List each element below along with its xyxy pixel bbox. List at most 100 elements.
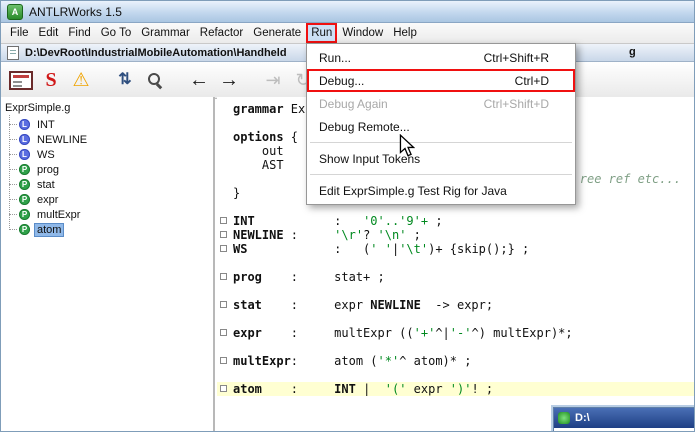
code-segment: :	[261, 382, 335, 396]
search-icon[interactable]	[141, 66, 169, 94]
editor-line[interactable]	[217, 368, 694, 382]
document-path-fragment: g	[629, 46, 636, 58]
tree-item-prog[interactable]: Pprog	[1, 162, 213, 177]
menu-item-label: Debug...	[319, 73, 365, 88]
code-segment: :	[290, 354, 335, 368]
background-window[interactable]: D:\	[553, 407, 694, 431]
rule-fold-square[interactable]	[220, 385, 227, 392]
code-segment: AST	[233, 158, 284, 172]
tree-item-label: stat	[37, 178, 55, 191]
menu-item-label: Debug Again	[319, 96, 388, 111]
menubar-item-help[interactable]: Help	[388, 23, 422, 43]
lexer-rule-icon: L	[19, 134, 30, 145]
menubar-item-find[interactable]: Find	[63, 23, 95, 43]
grammar-file-node[interactable]: ExprSimple.g	[1, 97, 213, 117]
editor-line[interactable]: WS : (' '|'\t')+ {skip();} ;	[217, 242, 694, 256]
code-segment: NEWLINE	[233, 228, 284, 242]
rule-fold-square[interactable]	[220, 301, 227, 308]
menu-item-shortcut: Ctrl+Shift+D	[483, 96, 549, 111]
code-segment: WS	[233, 242, 248, 256]
code-segment: '\r'	[334, 228, 364, 242]
forward-icon[interactable]: →	[215, 66, 243, 94]
menubar: File Edit Find Go To Grammar Refactor Generate…	[1, 23, 694, 44]
code-segment: )+ {skip();} ;	[428, 242, 530, 256]
code-segment: :	[247, 242, 364, 256]
parser-rule-icon: P	[19, 179, 30, 190]
document-path: D:\DevRoot\IndustrialMobileAutomation\Ha…	[25, 46, 287, 59]
tree-item-multexpr[interactable]: PmultExpr	[1, 207, 213, 222]
editor-line[interactable]: multExpr: atom ('*'^ atom)* ;	[217, 354, 694, 368]
menubar-item-generate[interactable]: Generate	[248, 23, 306, 43]
background-window-icon	[558, 412, 570, 424]
code-segment: ')'	[449, 382, 472, 396]
tree-item-newline[interactable]: L NEWLINE	[1, 132, 213, 147]
menu-item-debug-again: Debug Again Ctrl+Shift+D	[307, 92, 575, 115]
editor-line[interactable]	[217, 340, 694, 354]
mouse-cursor	[399, 134, 415, 157]
menu-item-show-input-tokens[interactable]: Show Input Tokens	[307, 147, 575, 170]
rule-fold-square[interactable]	[220, 357, 227, 364]
code-segment: out	[233, 144, 284, 158]
warnings-icon[interactable]: ⚠	[67, 66, 95, 94]
rule-fold-square[interactable]	[220, 329, 227, 336]
rule-fold-square[interactable]	[220, 245, 227, 252]
tree-item-ws[interactable]: L WS	[1, 147, 213, 162]
code-segment: '+'	[413, 326, 436, 340]
code-segment: ' '	[370, 242, 392, 256]
tree-item-atom[interactable]: Patom	[1, 222, 213, 237]
code-segment: expr	[406, 382, 450, 396]
menu-item-run[interactable]: Run... Ctrl+Shift+R	[307, 46, 575, 69]
code-segment: atom (	[334, 354, 378, 368]
code-segment: options	[233, 130, 284, 144]
app-icon[interactable]: A	[7, 3, 23, 20]
parser-rule-icon: P	[19, 164, 30, 175]
code-segment: ! ;	[471, 382, 494, 396]
editor-line[interactable]: NEWLINE : '\r'? '\n' ;	[217, 228, 694, 242]
editor-line[interactable]	[217, 256, 694, 270]
menu-item-debug[interactable]: Debug... Ctrl+D	[307, 69, 575, 92]
rule-fold-square[interactable]	[220, 231, 227, 238]
code-segment: :	[261, 298, 335, 312]
back-icon[interactable]: ←	[185, 66, 213, 94]
code-segment: stat	[233, 298, 262, 312]
editor-line[interactable]	[217, 312, 694, 326]
parser-rule-icon: P	[19, 209, 30, 220]
editor-line[interactable]: stat : expr NEWLINE -> expr;	[217, 298, 694, 312]
menu-item-edit-exprsimple-g-test-rig-for-java[interactable]: Edit ExprSimple.g Test Rig for Java	[307, 179, 575, 202]
generate-code-icon[interactable]: S	[37, 66, 65, 94]
menubar-item-edit[interactable]: Edit	[34, 23, 64, 43]
menu-item-label: Show Input Tokens	[319, 151, 421, 166]
code-segment: '*'	[377, 354, 400, 368]
code-segment: :	[261, 270, 335, 284]
menu-separator	[310, 142, 572, 143]
menu-separator	[310, 174, 572, 175]
window-title: ANTLRWorks 1.5	[29, 4, 122, 19]
code-segment: ^ atom)* ;	[399, 354, 472, 368]
menu-item-debug-remote[interactable]: Debug Remote...	[307, 115, 575, 138]
code-segment: :	[283, 228, 335, 242]
code-segment: :	[254, 214, 364, 228]
sort-rules-icon[interactable]: ⇅	[111, 66, 139, 94]
menubar-item-go-to[interactable]: Go To	[96, 23, 136, 43]
menubar-item-grammar[interactable]: Grammar	[136, 23, 195, 43]
run-menu: Run... Ctrl+Shift+R Debug... Ctrl+D Debug Ag…	[306, 43, 576, 205]
rule-fold-square[interactable]	[220, 217, 227, 224]
rule-fold-square[interactable]	[220, 273, 227, 280]
menubar-item-window[interactable]: Window	[337, 23, 388, 43]
editor-line[interactable]: expr : multExpr (('+'^|'-'^) multExpr)*;	[217, 326, 694, 340]
background-window-titlebar[interactable]: D:\	[554, 408, 694, 428]
tree-item-stat[interactable]: Pstat	[1, 177, 213, 192]
menubar-item-run[interactable]: Run	[306, 23, 338, 43]
tree-item-expr[interactable]: Pexpr	[1, 192, 213, 207]
editor-line[interactable]	[217, 284, 694, 298]
menubar-item-file[interactable]: File	[5, 23, 34, 43]
editor-line[interactable]: atom : INT | '(' expr ')'! ;	[217, 382, 694, 396]
editor-line[interactable]: prog : stat+ ;	[217, 270, 694, 284]
menubar-item-refactor[interactable]: Refactor	[195, 23, 248, 43]
code-segment: '0'..'9'+	[363, 214, 429, 228]
code-segment: expr	[334, 298, 371, 312]
tree-item-int[interactable]: L INT	[1, 117, 213, 132]
editor-line[interactable]: INT : '0'..'9'+ ;	[217, 214, 694, 228]
syntax-diagram-icon[interactable]	[7, 66, 35, 94]
tree-item-label: NEWLINE	[37, 133, 88, 146]
